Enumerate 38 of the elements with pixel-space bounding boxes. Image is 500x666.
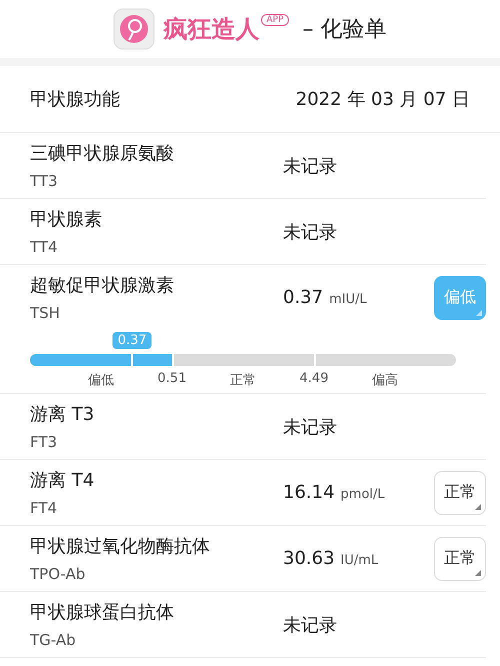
test-code: FT3 (30, 432, 58, 450)
test-name: 游离 T4 (30, 468, 96, 492)
range-label: 偏低 (88, 372, 114, 389)
app-logo-icon (113, 8, 156, 50)
test-name: 甲状腺素 (30, 208, 103, 232)
test-name: 游离 T3 (30, 402, 96, 426)
test-code: FT4 (30, 498, 58, 516)
page-title: – 化验单 (302, 16, 386, 44)
not-recorded-text: 未记录 (283, 614, 337, 636)
range-limit: 0.51 (158, 371, 186, 388)
marker-bubble: 0.37 (112, 332, 152, 349)
status-button[interactable]: 正常 (434, 536, 486, 580)
section-title: 甲状腺功能 (30, 88, 120, 111)
range-label: 正常 (230, 372, 256, 389)
result-unit: mIU/L (329, 292, 367, 307)
test-name: 甲状腺球蛋白抗体 (30, 600, 175, 624)
test-code: TPO-Ab (30, 564, 86, 582)
test-code: TT3 (30, 172, 59, 190)
test-name: 三碘甲状腺原氨酸 (30, 142, 175, 166)
result-unit: pmol/L (340, 487, 385, 502)
brand-name: 疯狂造人 (163, 14, 260, 45)
test-code: TT4 (30, 238, 59, 256)
test-name: 甲状腺过氧化物酶抗体 (30, 534, 211, 558)
status-button[interactable]: 正常 (434, 470, 486, 514)
not-recorded-text: 未记录 (283, 154, 337, 178)
app-badge: APP (261, 14, 288, 26)
range-label: 偏高 (372, 372, 398, 389)
test-code: TSH (30, 304, 61, 322)
result-value: 16.14 (283, 482, 335, 503)
not-recorded-text: 未记录 (283, 416, 337, 438)
test-name: 超敏促甲状腺激素 (30, 274, 175, 298)
test-code: TG-Ab (30, 630, 77, 648)
not-recorded-text: 未记录 (283, 220, 337, 244)
result-value: 30.63 (283, 548, 335, 569)
result-unit: IU/mL (340, 553, 378, 568)
result-value: 0.37 (283, 287, 324, 308)
test-date: 2022 年 03 月 07 日 (296, 88, 470, 111)
range-limit: 4.49 (300, 371, 328, 388)
